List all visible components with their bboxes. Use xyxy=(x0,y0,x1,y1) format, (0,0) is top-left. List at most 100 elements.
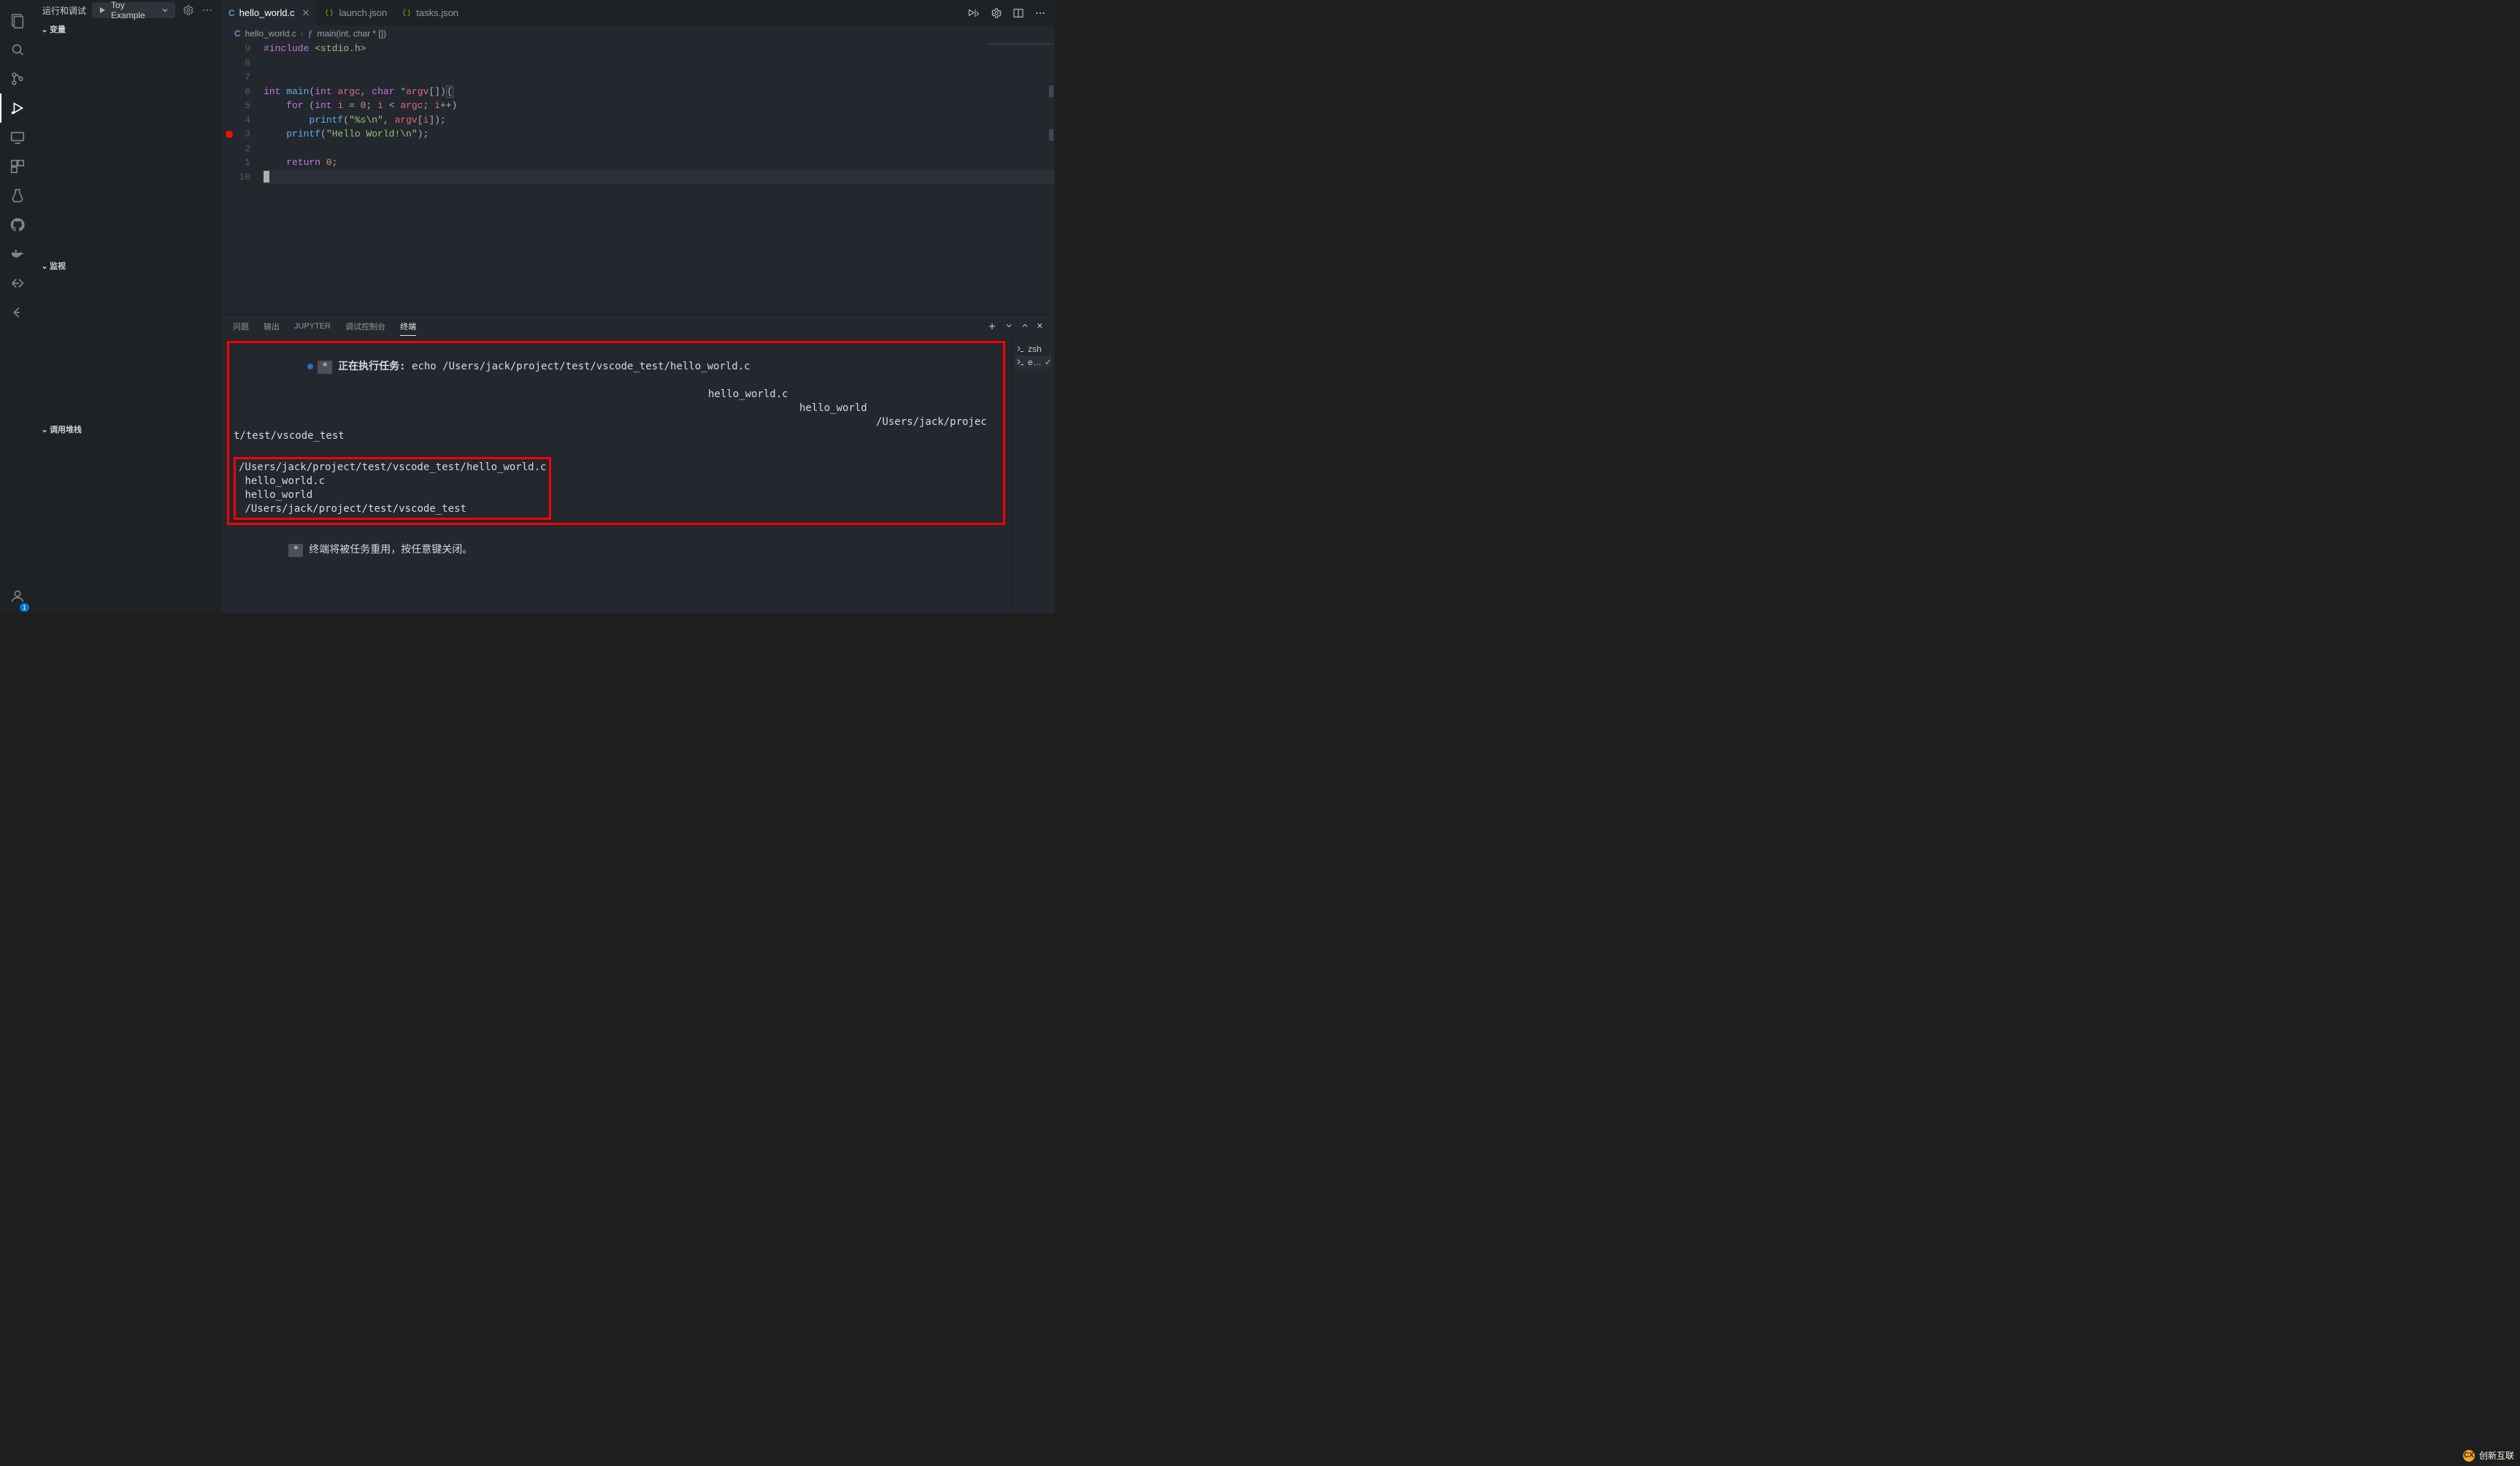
activity-explorer-icon[interactable] xyxy=(0,6,35,35)
chevron-down-icon: ⌄ xyxy=(39,261,50,271)
terminal[interactable]: *正在执行任务: echo /Users/jack/project/test/v… xyxy=(221,338,1011,613)
section-watch-body xyxy=(35,275,220,421)
sidebar-header: 运行和调试 Toy Example xyxy=(35,0,220,20)
activity-back-icon[interactable] xyxy=(0,298,35,327)
check-icon: ✓ xyxy=(1045,357,1052,367)
overview-ruler xyxy=(1045,42,1055,314)
gear-icon[interactable] xyxy=(183,4,194,16)
editor-tabs: C hello_world.c ✕ launch.json tasks.json xyxy=(221,0,1055,26)
run-config-name: Toy Example xyxy=(111,0,161,20)
new-terminal-icon[interactable] xyxy=(987,321,997,331)
chevron-down-icon[interactable] xyxy=(1004,321,1013,331)
more-icon[interactable] xyxy=(201,4,213,16)
code-line[interactable]: for (int i = 0; i < argc; i++) xyxy=(264,99,1055,113)
gear-icon[interactable] xyxy=(991,7,1002,19)
terminal-line xyxy=(234,443,999,457)
task-badge-icon: * xyxy=(288,544,303,557)
minimap[interactable] xyxy=(988,43,1053,65)
run-config-dropdown[interactable]: Toy Example xyxy=(92,2,175,18)
annotation-box-inner: /Users/jack/project/test/vscode_test/hel… xyxy=(234,457,551,520)
section-callstack[interactable]: ⌄ 调用堆栈 xyxy=(35,421,220,438)
editor[interactable]: 98765432110 #include <stdio.h> int main(… xyxy=(221,42,1055,314)
close-icon[interactable]: ✕ xyxy=(1037,321,1043,331)
symbol-icon: ƒ xyxy=(308,28,313,39)
chevron-down-icon: ⌄ xyxy=(39,25,50,34)
panel-tab-terminal[interactable]: 终端 xyxy=(400,318,416,336)
section-variables[interactable]: ⌄ 变量 xyxy=(35,20,220,38)
activity-account-icon[interactable]: 1 xyxy=(0,584,35,613)
terminal-list: zsh e… ✓ xyxy=(1011,338,1055,613)
section-callstack-label: 调用堆栈 xyxy=(50,423,82,435)
line-number: 7 xyxy=(221,70,250,85)
activity-docker-icon[interactable] xyxy=(0,239,35,269)
breakpoint-icon[interactable] xyxy=(226,131,233,138)
activity-bar: 1 xyxy=(0,0,35,613)
close-icon[interactable]: ✕ xyxy=(302,7,310,19)
tab-actions xyxy=(967,7,1055,19)
task-dot-icon xyxy=(307,364,313,369)
breadcrumb-file: hello_world.c xyxy=(245,28,296,39)
watermark: CX 创新互联 xyxy=(2463,1449,2514,1462)
breadcrumb[interactable]: C hello_world.c › ƒ main(int, char * []) xyxy=(221,26,1055,42)
activity-search-icon[interactable] xyxy=(0,35,35,64)
code-line[interactable]: int main(int argc, char *argv[]){ xyxy=(264,85,1055,99)
task-badge-icon: * xyxy=(318,361,332,374)
sidebar: 运行和调试 Toy Example ⌄ 变量 ⌄ 监视 ⌄ 调用堆栈 xyxy=(35,0,221,613)
code-line[interactable] xyxy=(264,142,1055,156)
more-icon[interactable] xyxy=(1034,7,1046,19)
terminal-line: /Users/jack/project/test/vscode_test/hel… xyxy=(239,461,546,475)
tab-hello-world-c[interactable]: C hello_world.c ✕ xyxy=(221,0,317,26)
line-number: 5 xyxy=(221,99,250,113)
annotation-box-outer: *正在执行任务: echo /Users/jack/project/test/v… xyxy=(227,341,1005,525)
activity-run-debug-icon[interactable] xyxy=(0,93,35,123)
chevron-up-icon[interactable] xyxy=(1021,321,1029,331)
line-number: 9 xyxy=(221,42,250,56)
tab-label: hello_world.c xyxy=(239,7,295,18)
play-icon xyxy=(98,6,107,15)
run-debug-split-icon[interactable] xyxy=(967,7,980,19)
tab-tasks-json[interactable]: tasks.json xyxy=(394,0,466,26)
panel-tab-jupyter[interactable]: JUPYTER xyxy=(294,319,331,334)
line-number: 4 xyxy=(221,113,250,128)
terminal-list-item[interactable]: zsh xyxy=(1015,342,1052,356)
split-editor-icon[interactable] xyxy=(1013,7,1024,19)
activity-remote-icon[interactable] xyxy=(0,123,35,152)
activity-extensions-icon[interactable] xyxy=(0,152,35,181)
activity-testing-icon[interactable] xyxy=(0,181,35,210)
terminal-list-label: e… xyxy=(1028,357,1042,367)
json-file-icon xyxy=(402,8,412,18)
panel-tab-output[interactable]: 输出 xyxy=(264,318,280,335)
code[interactable]: #include <stdio.h> int main(int argc, ch… xyxy=(264,42,1055,314)
terminal-line: /Users/jack/project/test/vscode_test xyxy=(239,502,546,516)
terminal-line: /Users/jack/projec xyxy=(234,415,999,429)
line-number: 1 xyxy=(221,156,250,170)
code-line[interactable] xyxy=(264,56,1055,71)
code-line[interactable] xyxy=(264,170,1055,185)
activity-github-icon[interactable] xyxy=(0,210,35,239)
task-cmd: echo /Users/jack/project/test/vscode_tes… xyxy=(412,361,750,372)
terminal-line: hello_world xyxy=(234,402,999,415)
tab-launch-json[interactable]: launch.json xyxy=(317,0,394,26)
activity-scm-icon[interactable] xyxy=(0,64,35,93)
c-file-icon: C xyxy=(234,28,241,39)
section-watch[interactable]: ⌄ 监视 xyxy=(35,257,220,275)
code-line[interactable] xyxy=(264,70,1055,85)
panel-actions: ✕ xyxy=(987,321,1043,331)
terminal-list-item[interactable]: e… ✓ xyxy=(1015,356,1052,369)
code-line[interactable]: return 0; xyxy=(264,156,1055,170)
panel-tab-debugconsole[interactable]: 调试控制台 xyxy=(345,318,385,335)
activity-liveshare-icon[interactable] xyxy=(0,269,35,298)
terminal-line: hello_world.c xyxy=(234,388,999,402)
code-line[interactable]: #include <stdio.h> xyxy=(264,42,1055,56)
tab-label: launch.json xyxy=(339,7,387,18)
panel-tab-problems[interactable]: 问题 xyxy=(233,318,249,335)
chevron-down-icon: ⌄ xyxy=(39,425,50,434)
code-line[interactable]: printf("Hello World!\n"); xyxy=(264,127,1055,142)
code-line[interactable]: printf("%s\n", argv[i]); xyxy=(264,113,1055,128)
chevron-down-icon xyxy=(161,6,169,15)
terminal-line: hello_world xyxy=(239,488,546,502)
panel-tabs: 问题 输出 JUPYTER 调试控制台 终端 ✕ xyxy=(221,315,1055,338)
panel: 问题 输出 JUPYTER 调试控制台 终端 ✕ *正在执行任务: echo /… xyxy=(221,314,1055,613)
terminal-icon xyxy=(1016,345,1025,353)
section-variables-label: 变量 xyxy=(50,23,66,35)
